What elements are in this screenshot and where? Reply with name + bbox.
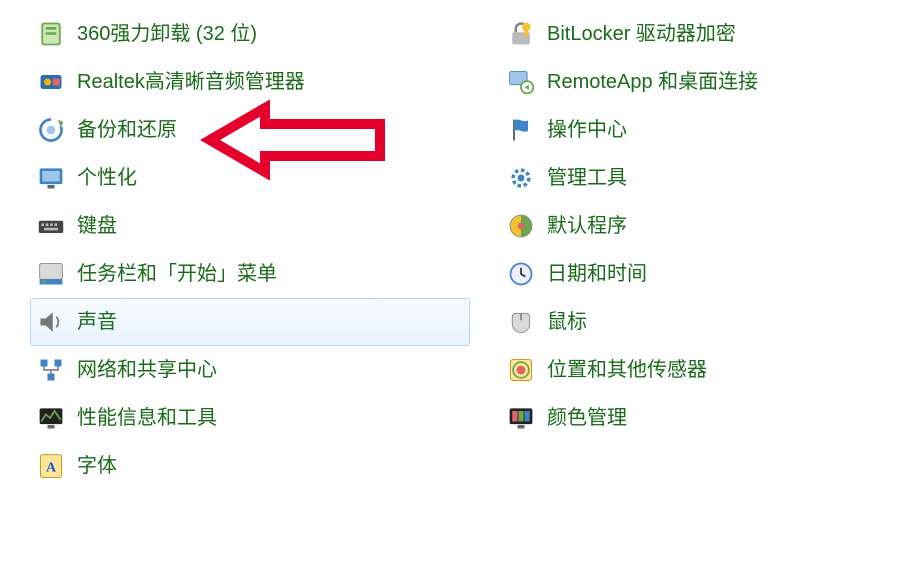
item-label: 管理工具 xyxy=(547,168,627,188)
taskbar-icon xyxy=(35,258,67,290)
item-remoteapp[interactable]: RemoteApp 和桌面连接 xyxy=(500,58,900,106)
item-performance-info[interactable]: 性能信息和工具 xyxy=(30,394,470,442)
item-label: 声音 xyxy=(77,312,117,332)
color-management-icon xyxy=(505,402,537,434)
mouse-icon xyxy=(505,306,537,338)
item-backup-restore[interactable]: 备份和还原 xyxy=(30,106,470,154)
item-label: 性能信息和工具 xyxy=(77,408,217,428)
item-label: 操作中心 xyxy=(547,120,627,140)
bitlocker-icon xyxy=(505,18,537,50)
backup-restore-icon xyxy=(35,114,67,146)
left-column: 360强力卸载 (32 位) Realtek高清晰音频管理器 备份和还原 个性化 xyxy=(30,10,470,490)
item-network-sharing[interactable]: 网络和共享中心 xyxy=(30,346,470,394)
sensors-icon xyxy=(505,354,537,386)
performance-icon xyxy=(35,402,67,434)
control-panel-items-view: 360强力卸载 (32 位) Realtek高清晰音频管理器 备份和还原 个性化 xyxy=(0,0,922,568)
item-default-programs[interactable]: 默认程序 xyxy=(500,202,900,250)
clock-icon xyxy=(505,258,537,290)
item-label: RemoteApp 和桌面连接 xyxy=(547,72,758,92)
item-action-center[interactable]: 操作中心 xyxy=(500,106,900,154)
item-mouse[interactable]: 鼠标 xyxy=(500,298,900,346)
right-column: BitLocker 驱动器加密 RemoteApp 和桌面连接 操作中心 管理工… xyxy=(500,10,900,442)
item-label: 个性化 xyxy=(77,168,137,188)
item-realtek-audio[interactable]: Realtek高清晰音频管理器 xyxy=(30,58,470,106)
item-bitlocker[interactable]: BitLocker 驱动器加密 xyxy=(500,10,900,58)
item-location-sensors[interactable]: 位置和其他传感器 xyxy=(500,346,900,394)
uninstall-icon xyxy=(35,18,67,50)
item-label: Realtek高清晰音频管理器 xyxy=(77,72,305,92)
item-label: 键盘 xyxy=(77,216,117,236)
item-uninstall-360[interactable]: 360强力卸载 (32 位) xyxy=(30,10,470,58)
item-sound[interactable]: 声音 xyxy=(30,298,470,346)
gear-icon xyxy=(505,162,537,194)
personalization-icon xyxy=(35,162,67,194)
item-label: 网络和共享中心 xyxy=(77,360,217,380)
fonts-icon: A xyxy=(35,450,67,482)
flag-icon xyxy=(505,114,537,146)
keyboard-icon xyxy=(35,210,67,242)
item-personalization[interactable]: 个性化 xyxy=(30,154,470,202)
item-label: 鼠标 xyxy=(547,312,587,332)
item-label: 颜色管理 xyxy=(547,408,627,428)
item-label: BitLocker 驱动器加密 xyxy=(547,24,736,44)
item-label: 位置和其他传感器 xyxy=(547,360,707,380)
item-label: 任务栏和「开始」菜单 xyxy=(77,264,277,284)
network-icon xyxy=(35,354,67,386)
item-label: 日期和时间 xyxy=(547,264,647,284)
remoteapp-icon xyxy=(505,66,537,98)
svg-text:A: A xyxy=(46,460,57,475)
default-programs-icon xyxy=(505,210,537,242)
item-keyboard[interactable]: 键盘 xyxy=(30,202,470,250)
item-label: 360强力卸载 (32 位) xyxy=(77,24,257,44)
item-label: 字体 xyxy=(77,456,117,476)
item-label: 默认程序 xyxy=(547,216,627,236)
item-admin-tools[interactable]: 管理工具 xyxy=(500,154,900,202)
sound-icon xyxy=(35,306,67,338)
item-taskbar-start[interactable]: 任务栏和「开始」菜单 xyxy=(30,250,470,298)
item-label: 备份和还原 xyxy=(77,120,177,140)
item-color-management[interactable]: 颜色管理 xyxy=(500,394,900,442)
audio-chip-icon xyxy=(35,66,67,98)
item-date-time[interactable]: 日期和时间 xyxy=(500,250,900,298)
item-fonts[interactable]: A 字体 xyxy=(30,442,470,490)
